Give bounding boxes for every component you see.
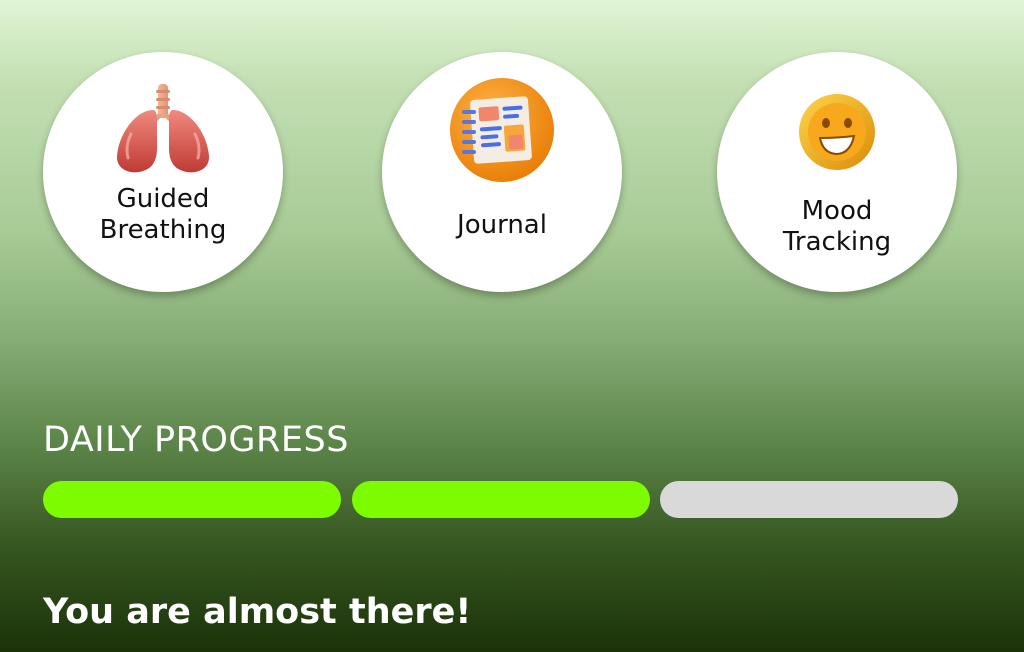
journal-button[interactable]: Journal	[382, 52, 622, 292]
daily-progress-bar	[43, 481, 959, 518]
progress-segment	[352, 481, 650, 518]
mood-tracking-label: Mood Tracking	[782, 196, 892, 257]
progress-segment	[660, 481, 958, 518]
encouragement-message: You are almost there!	[43, 592, 472, 632]
journal-label: Journal	[457, 210, 547, 240]
daily-progress-title: DAILY PROGRESS	[43, 420, 349, 460]
journal-icon	[448, 76, 556, 188]
lungs-icon	[113, 84, 213, 180]
guided-breathing-button[interactable]: Guided Breathing	[43, 52, 283, 292]
progress-segment	[43, 481, 341, 518]
mood-tracking-button[interactable]: Mood Tracking	[717, 52, 957, 292]
guided-breathing-label: Guided Breathing	[99, 184, 227, 245]
smiley-face-icon	[796, 90, 878, 178]
